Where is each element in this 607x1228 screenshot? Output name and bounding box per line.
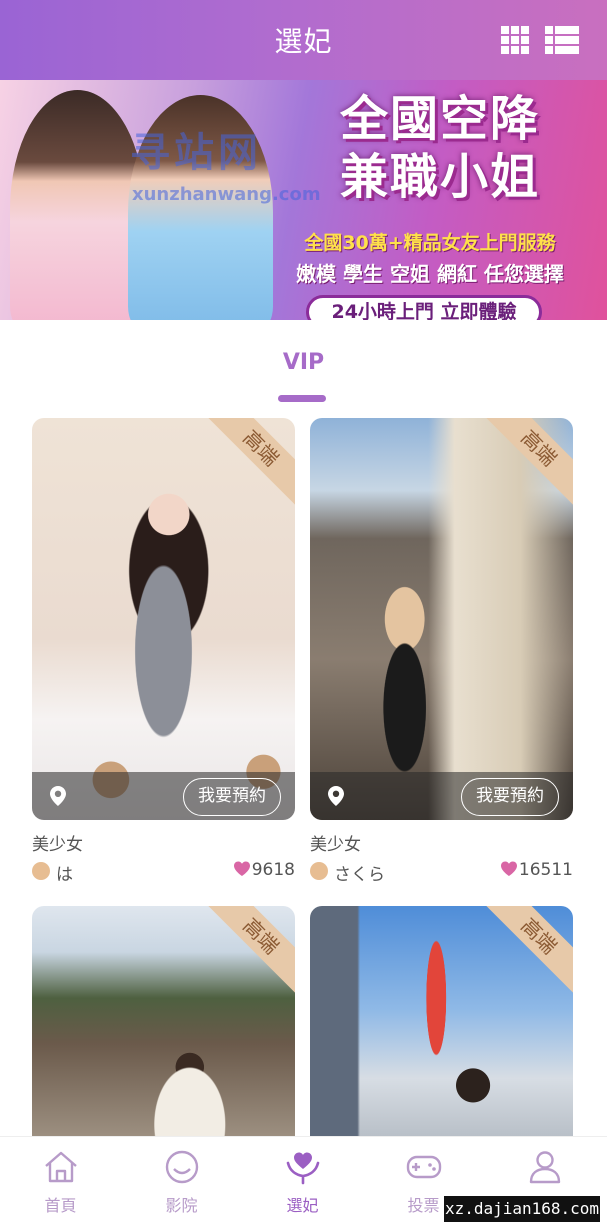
card-action-bar: 我要預約 xyxy=(310,772,573,820)
username: は xyxy=(56,865,73,885)
top-header: 選妃 xyxy=(0,0,607,80)
profile-card[interactable]: 高端 xyxy=(32,906,295,1136)
home-icon xyxy=(45,1151,77,1183)
profile-card[interactable]: 高端 我要預約 美少女 さくら 16511 xyxy=(310,418,573,885)
banner-headline-line2: 兼職小姐 xyxy=(339,149,540,205)
profile-photo[interactable]: 高端 xyxy=(310,906,573,1136)
profile-photo[interactable]: 高端 我要預約 xyxy=(310,418,573,820)
location-pin-icon[interactable] xyxy=(328,786,344,806)
profile-meta: さくら 16511 xyxy=(310,860,573,885)
app-root: 選妃 寻站网 xunzhanwang.com 全國空降 兼職小姐 全國30萬+精… xyxy=(0,0,607,1228)
heart-hands-icon xyxy=(286,1152,320,1185)
like-count[interactable]: 16511 xyxy=(500,860,573,880)
profile-card[interactable]: 高端 我要預約 美少女 は 9618 xyxy=(32,418,295,885)
book-button[interactable]: 我要預約 xyxy=(183,778,281,816)
section-underline xyxy=(278,395,326,402)
profile-photo[interactable]: 高端 我要預約 xyxy=(32,418,295,820)
banner-headline: 全國空降 兼職小姐 xyxy=(290,90,590,206)
banner-subtitle-2: 嫩模 學生 空姐 網紅 任您選擇 xyxy=(296,262,564,286)
like-count[interactable]: 9618 xyxy=(233,860,295,880)
profile-meta: は 9618 xyxy=(32,860,295,885)
banner-headline-line1: 全國空降 xyxy=(339,91,540,147)
promo-banner[interactable]: 寻站网 xunzhanwang.com 全國空降 兼職小姐 全國30萬+精品女友… xyxy=(0,80,607,320)
tier-ribbon: 高端 xyxy=(478,906,573,997)
avatar xyxy=(310,862,328,880)
heart-icon xyxy=(233,861,250,876)
tab-label: 首頁 xyxy=(44,1196,77,1215)
smile-icon xyxy=(165,1150,199,1184)
book-button[interactable]: 我要預約 xyxy=(461,778,559,816)
tier-ribbon: 高端 xyxy=(478,418,573,509)
like-count-value: 9618 xyxy=(251,860,295,880)
gamepad-icon xyxy=(406,1155,442,1179)
heart-icon xyxy=(500,861,517,876)
tab-select-girl[interactable]: 選妃 xyxy=(242,1137,363,1228)
banner-subtitle: 全國30萬+精品女友上門服務 xyxy=(304,232,556,254)
watermark-logo: 寻站网 xyxy=(130,130,262,176)
grid-view-icon[interactable] xyxy=(501,26,529,54)
avatar xyxy=(32,862,50,880)
section-title: VIP xyxy=(282,350,325,375)
like-count-value: 16511 xyxy=(518,860,573,880)
profile-name: 美少女 xyxy=(310,835,361,855)
profile-name: 美少女 xyxy=(32,835,83,855)
tab-label: 選妃 xyxy=(286,1196,319,1215)
tab-label: 影院 xyxy=(165,1196,198,1215)
user-icon xyxy=(529,1151,561,1184)
tab-home[interactable]: 首頁 xyxy=(0,1137,121,1228)
banner-model-photo xyxy=(10,90,145,320)
banner-cta-pill: 24小時上門 立即體驗 xyxy=(306,295,542,320)
profile-photo[interactable]: 高端 xyxy=(32,906,295,1136)
tier-ribbon: 高端 xyxy=(200,906,295,997)
card-action-bar: 我要預約 xyxy=(32,772,295,820)
list-view-icon[interactable] xyxy=(545,26,579,54)
profile-card[interactable]: 高端 xyxy=(310,906,573,1136)
location-pin-icon[interactable] xyxy=(50,786,66,806)
tier-ribbon: 高端 xyxy=(200,418,295,509)
tab-cinema[interactable]: 影院 xyxy=(121,1137,242,1228)
username: さくら xyxy=(334,865,385,885)
site-watermark-stamp: xz.dajian168.com xyxy=(444,1196,600,1222)
